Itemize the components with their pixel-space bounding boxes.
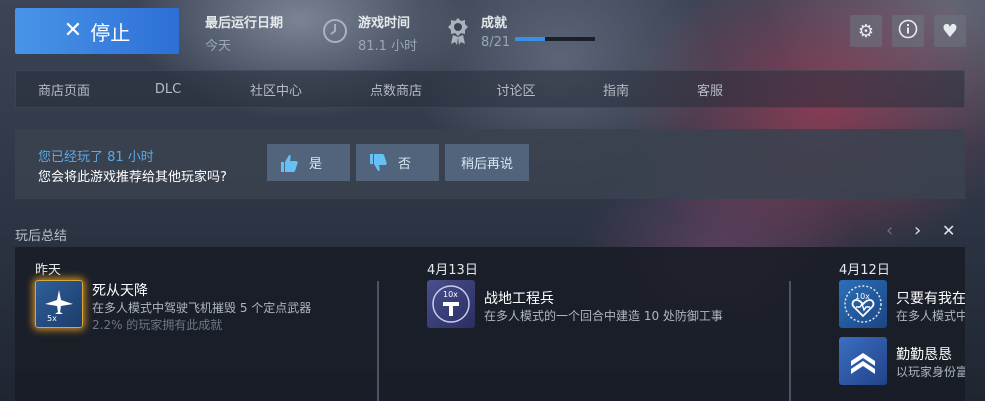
recommend-later-button[interactable]: 稍后再说 <box>445 144 529 181</box>
nav-store-page[interactable]: 商店页面 <box>16 80 112 99</box>
nav-dlc[interactable]: DLC <box>112 82 224 97</box>
nav-discussions[interactable]: 讨论区 <box>464 80 568 99</box>
achievement-icon <box>446 16 470 50</box>
clock-icon <box>322 18 348 48</box>
recommend-no-label: 否 <box>398 157 412 172</box>
game-nav-bar: 商店页面 DLC 社区中心 点数商店 讨论区 指南 客服 <box>15 70 965 108</box>
info-button[interactable] <box>892 15 924 47</box>
last-run-label: 最后运行日期 <box>205 16 284 31</box>
achievement-name: 死从天降 <box>92 283 148 299</box>
achievement-badge[interactable] <box>839 337 887 385</box>
close-icon: ✕ <box>63 18 83 43</box>
achievement-name: 勤勤恳恳 <box>896 347 952 363</box>
info-icon <box>898 19 918 44</box>
recommend-yes-button[interactable]: 是 <box>267 144 350 181</box>
achievements-value: 8/21 <box>481 35 511 50</box>
hammer-icon: 10x <box>432 285 470 323</box>
thumbs-down-icon <box>370 153 387 171</box>
achievement-description: 以玩家身份富 <box>896 365 965 379</box>
achievements-progress-fill <box>515 37 546 41</box>
svg-text:10x: 10x <box>443 290 458 299</box>
play-time-label: 游戏时间 <box>358 16 411 31</box>
recommend-no-button[interactable]: 否 <box>356 144 439 181</box>
achievements-label: 成就 <box>481 16 508 31</box>
nav-guides[interactable]: 指南 <box>568 80 664 99</box>
achievements-progress-bar <box>515 37 595 41</box>
heart-icon: 10x <box>844 285 882 323</box>
achievement-name: 战地工程兵 <box>484 291 554 307</box>
favorite-button[interactable]: ♥ <box>934 15 966 47</box>
achievement-description: 在多人模式中驾驶飞机摧毁 5 个定点武器 <box>92 301 312 315</box>
recommend-yes-label: 是 <box>309 157 323 172</box>
game-page: ✕ 停止 最后运行日期 今天 游戏时间 81.1 小时 成就 8/21 ⚙ ♥ … <box>0 0 985 401</box>
play-time-value: 81.1 小时 <box>358 39 418 54</box>
chevron-left-icon[interactable]: ‹ <box>886 222 893 240</box>
play-time-stat: 游戏时间 81.1 小时 <box>358 12 417 54</box>
heart-icon: ♥ <box>941 20 959 42</box>
close-icon[interactable]: ✕ <box>942 222 955 240</box>
gear-icon: ⚙ <box>857 20 875 42</box>
column-divider <box>789 281 791 401</box>
chevron-right-icon[interactable]: › <box>914 222 921 240</box>
stop-button[interactable]: ✕ 停止 <box>15 8 179 54</box>
achievement-name: 只要有我在 <box>896 291 965 307</box>
thumbs-up-icon <box>281 154 298 172</box>
chevron-rank-icon <box>851 353 875 374</box>
achievement-badge[interactable]: 5x <box>35 280 83 328</box>
achievement-rarity: 2.2% 的玩家拥有此成就 <box>92 318 223 332</box>
nav-points-shop[interactable]: 点数商店 <box>328 80 464 99</box>
nav-support[interactable]: 客服 <box>664 80 756 99</box>
post-game-summary-panel: 昨天 5x 死从天降 在多人模式中驾驶飞机摧毁 5 个定点武器 2.2% 的玩家… <box>15 247 965 401</box>
settings-button[interactable]: ⚙ <box>850 15 882 47</box>
achievements-stat[interactable]: 成就 8/21 <box>481 12 510 50</box>
achievement-badge[interactable]: 10x <box>427 280 475 328</box>
summary-date: 昨天 <box>35 263 62 278</box>
svg-text:5x: 5x <box>47 314 57 323</box>
nav-community-hub[interactable]: 社区中心 <box>224 80 328 99</box>
post-game-summary-title: 玩后总结 <box>15 229 68 244</box>
achievement-badge[interactable]: 10x <box>839 280 887 328</box>
recommend-later-label: 稍后再说 <box>460 157 513 172</box>
recommend-question: 您会将此游戏推荐给其他玩家吗? <box>38 170 227 185</box>
achievement-description: 在多人模式的一个回合中建造 10 处防御工事 <box>484 309 723 323</box>
stop-button-label: 停止 <box>90 20 131 45</box>
achievement-description: 在多人模式中 <box>896 309 965 323</box>
airplane-icon: 5x <box>45 290 73 323</box>
hours-played-text: 您已经玩了 81 小时 <box>38 150 154 165</box>
summary-date: 4月12日 <box>839 263 890 278</box>
recommend-panel: 您已经玩了 81 小时 您会将此游戏推荐给其他玩家吗? 是 否 稍后再说 <box>15 129 965 199</box>
last-run-value: 今天 <box>205 39 232 54</box>
last-run-stat: 最后运行日期 今天 <box>205 12 283 54</box>
column-divider <box>377 281 379 401</box>
summary-date: 4月13日 <box>427 263 478 278</box>
